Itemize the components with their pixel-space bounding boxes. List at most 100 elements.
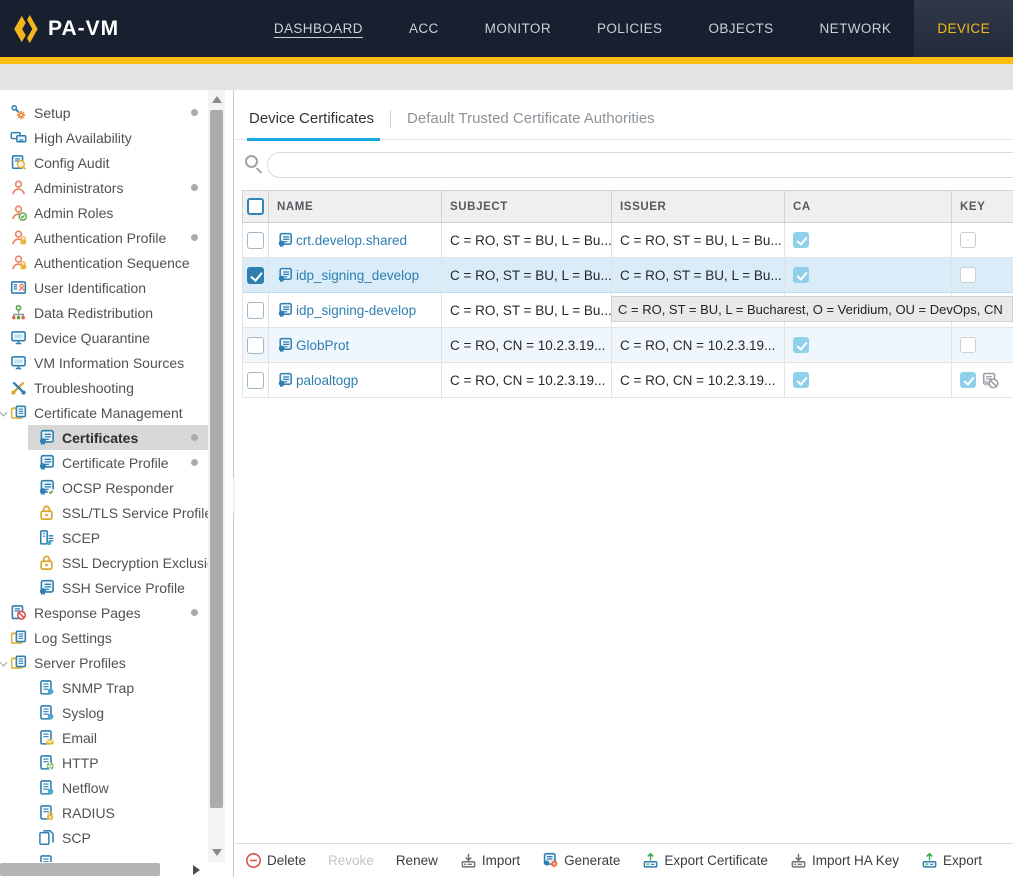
sidebar-item-device-quarantine[interactable]: Device Quarantine xyxy=(0,325,208,350)
sidebar-item-certificate-profile[interactable]: Certificate Profile xyxy=(0,450,208,475)
nav-item-dashboard[interactable]: DASHBOARD xyxy=(251,0,386,57)
sidebar-item-scp[interactable]: SCP xyxy=(0,825,208,850)
tab-default-trusted-certificate-authorities[interactable]: Default Trusted Certificate Authorities xyxy=(391,98,671,139)
certificate-link[interactable]: GlobProt xyxy=(277,337,349,353)
row-checkbox[interactable] xyxy=(247,232,264,249)
sidebar-item-label: OCSP Responder xyxy=(62,480,174,496)
name-cell: crt.develop.shared xyxy=(269,223,442,257)
generate-button[interactable]: Generate xyxy=(542,852,620,869)
palo-alto-logo-icon xyxy=(10,14,40,44)
nav-item-device[interactable]: DEVICE xyxy=(914,0,1013,57)
column-header-key[interactable]: KEY xyxy=(952,191,1013,222)
sidebar-item-vm-information-sources[interactable]: VM Information Sources xyxy=(0,350,208,375)
name-cell: idp_signing_develop xyxy=(269,258,442,292)
export-ha-key-button[interactable]: Export xyxy=(921,852,982,869)
authentication-sequence-icon xyxy=(10,254,27,271)
row-checkbox[interactable] xyxy=(247,302,264,319)
sidebar-item-label: Administrators xyxy=(34,180,123,196)
renew-button[interactable]: Renew xyxy=(396,853,438,868)
change-indicator-dot xyxy=(191,459,198,466)
ca-checked-checkbox xyxy=(793,372,809,388)
sidebar-item-certificate-management[interactable]: Certificate Management xyxy=(0,400,208,425)
sidebar-item-config-audit[interactable]: Config Audit xyxy=(0,150,208,175)
lock-icon xyxy=(38,504,55,521)
nav-item-monitor[interactable]: MONITOR xyxy=(462,0,574,57)
delete-button[interactable]: Delete xyxy=(245,852,306,869)
certificate-icon xyxy=(277,337,293,353)
sidebar-item-administrators[interactable]: Administrators xyxy=(0,175,208,200)
administrators-icon xyxy=(10,179,27,196)
import-button[interactable]: Import xyxy=(460,852,520,869)
button-label: Generate xyxy=(564,853,620,868)
row-checkbox[interactable] xyxy=(247,337,264,354)
sidebar-item-label: Authentication Profile xyxy=(34,230,166,246)
sidebar-item-ssh-service-profile[interactable]: SSH Service Profile xyxy=(0,575,208,600)
certificate-link[interactable]: idp_signing-develop xyxy=(277,302,416,318)
sidebar-item-authentication-profile[interactable]: Authentication Profile xyxy=(0,225,208,250)
nav-item-network[interactable]: NETWORK xyxy=(797,0,915,57)
nav-item-policies[interactable]: POLICIES xyxy=(574,0,685,57)
sidebar-item-snmp-trap[interactable]: SNMP Trap xyxy=(0,675,208,700)
table-row[interactable]: GlobProt C = RO, CN = 10.2.3.19... C = R… xyxy=(242,328,1013,363)
row-select-cell xyxy=(243,258,269,292)
sidebar-item-syslog[interactable]: Syslog xyxy=(0,700,208,725)
document-icon xyxy=(38,704,55,721)
sidebar-item-high-availability[interactable]: High Availability xyxy=(0,125,208,150)
revoke-button: Revoke xyxy=(328,853,374,868)
row-checkbox-checked[interactable] xyxy=(247,267,264,284)
import-ha-key-button[interactable]: Import HA Key xyxy=(790,852,899,869)
sidebar-item-user-identification[interactable]: User Identification xyxy=(0,275,208,300)
sidebar-item-log-settings[interactable]: Log Settings xyxy=(0,625,208,650)
sidebar-item-server-profiles[interactable]: Server Profiles xyxy=(0,650,208,675)
sidebar-item-netflow[interactable]: Netflow xyxy=(0,775,208,800)
key-blocked-icon xyxy=(981,371,999,389)
export-certificate-button[interactable]: Export Certificate xyxy=(642,852,768,869)
sidebar-item-ssl-tls-service-profile[interactable]: SSL/TLS Service Profile xyxy=(0,500,208,525)
sidebar-item-radius[interactable]: RADIUS xyxy=(0,800,208,825)
certificate-link[interactable]: paloaltogp xyxy=(277,372,358,388)
sidebar-item-admin-roles[interactable]: Admin Roles xyxy=(0,200,208,225)
search-input[interactable] xyxy=(267,152,1013,178)
sidebar-item-data-redistribution[interactable]: Data Redistribution xyxy=(0,300,208,325)
sidebar-item-setup[interactable]: Setup xyxy=(0,100,208,125)
horizontal-scrollbar-thumb[interactable] xyxy=(0,863,160,876)
sidebar-item-label: Setup xyxy=(34,105,71,121)
sidebar-item-ssl-decryption-exclusion[interactable]: SSL Decryption Exclusio xyxy=(0,550,208,575)
button-label: Export xyxy=(943,853,982,868)
scroll-up-arrow-icon[interactable] xyxy=(212,96,222,103)
certificate-icon xyxy=(38,429,55,446)
key-unchecked-checkbox xyxy=(960,267,976,283)
search-icon xyxy=(245,155,258,168)
tab-device-certificates[interactable]: Device Certificates xyxy=(247,98,390,139)
column-header-ca[interactable]: CA xyxy=(785,191,952,222)
sidebar-item-authentication-sequence[interactable]: Authentication Sequence xyxy=(0,250,208,275)
certificate-link[interactable]: crt.develop.shared xyxy=(277,232,407,248)
table-row[interactable]: paloaltogp C = RO, CN = 10.2.3.19... C =… xyxy=(242,363,1013,398)
sidebar-vertical-scrollbar[interactable] xyxy=(208,90,225,862)
sidebar-item-ocsp-responder[interactable]: OCSP Responder xyxy=(0,475,208,500)
sidebar-horizontal-scrollbar[interactable] xyxy=(0,862,208,877)
scroll-right-arrow-icon[interactable] xyxy=(193,865,200,875)
select-all-checkbox[interactable] xyxy=(247,198,264,215)
vertical-scrollbar-thumb[interactable] xyxy=(210,110,223,808)
column-header-issuer[interactable]: ISSUER xyxy=(612,191,785,222)
certificate-link[interactable]: idp_signing_develop xyxy=(277,267,419,283)
nav-item-acc[interactable]: ACC xyxy=(386,0,462,57)
config-audit-icon xyxy=(10,154,27,171)
scroll-down-arrow-icon[interactable] xyxy=(212,849,222,856)
sidebar-item-label: Log Settings xyxy=(34,630,112,646)
row-select-cell xyxy=(243,293,269,327)
sidebar-item-http[interactable]: HTTP xyxy=(0,750,208,775)
table-row-selected[interactable]: idp_signing_develop C = RO, ST = BU, L =… xyxy=(242,258,1013,293)
table-row[interactable]: crt.develop.shared C = RO, ST = BU, L = … xyxy=(242,223,1013,258)
sidebar-item-label: VM Information Sources xyxy=(34,355,184,371)
column-header-subject[interactable]: SUBJECT xyxy=(442,191,612,222)
sidebar-item-email[interactable]: Email xyxy=(0,725,208,750)
sidebar-item-certificates[interactable]: Certificates xyxy=(0,425,208,450)
sidebar-item-scep[interactable]: SCEP xyxy=(0,525,208,550)
sidebar-item-troubleshooting[interactable]: Troubleshooting xyxy=(0,375,208,400)
nav-item-objects[interactable]: OBJECTS xyxy=(685,0,796,57)
row-checkbox[interactable] xyxy=(247,372,264,389)
column-header-name[interactable]: NAME xyxy=(269,191,442,222)
sidebar-item-response-pages[interactable]: Response Pages xyxy=(0,600,208,625)
